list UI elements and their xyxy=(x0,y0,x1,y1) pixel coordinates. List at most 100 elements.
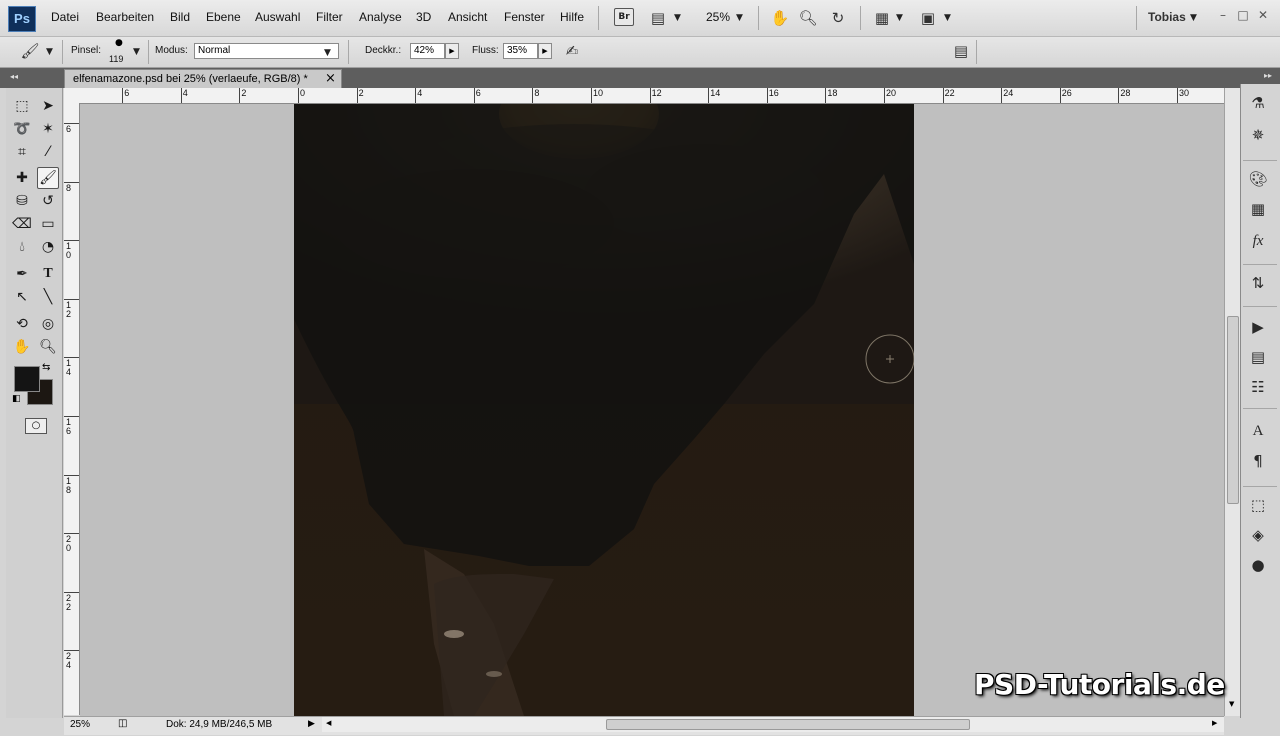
character-icon[interactable]: A xyxy=(1247,420,1269,442)
chevron-down-icon[interactable]: ▼ xyxy=(674,13,681,23)
eraser-tool-icon[interactable]: ⌫ xyxy=(11,213,33,235)
airbrush-icon[interactable]: ✍ xyxy=(562,41,582,61)
paths-icon[interactable]: ⬚ xyxy=(1247,494,1269,516)
scroll-right-icon[interactable]: ▶ xyxy=(1212,719,1217,727)
opacity-slider-button[interactable]: ▶ xyxy=(445,43,459,59)
document-tab[interactable]: elfenamazone.psd bei 25% (verlaeufe, RGB… xyxy=(64,69,342,89)
pen-tool-icon[interactable]: ✒ xyxy=(11,263,33,285)
path-selection-icon[interactable]: ↖ xyxy=(11,286,33,308)
brush-tip-icon[interactable]: ● xyxy=(115,38,123,48)
chevron-down-icon[interactable]: ▼ xyxy=(944,13,951,23)
menu-datei[interactable]: Datei xyxy=(51,10,79,24)
chevron-down-icon[interactable]: ▼ xyxy=(324,48,331,58)
zoom-tool-icon[interactable]: 🔍︎ xyxy=(37,336,59,358)
horizontal-scroll-thumb[interactable] xyxy=(606,719,970,730)
chevron-down-icon[interactable]: ▼ xyxy=(896,13,903,23)
color-panel-icon[interactable]: 🎨︎ xyxy=(1247,168,1269,190)
workspace-user[interactable]: Tobias xyxy=(1148,10,1186,24)
close-icon[interactable]: ✕ xyxy=(1256,8,1270,22)
opacity-input[interactable]: 42% xyxy=(410,43,445,59)
paragraph-icon[interactable]: ¶ xyxy=(1247,450,1269,472)
3d-rotate-icon[interactable]: ⟲ xyxy=(11,313,33,335)
eyedropper-tool-icon[interactable]: ⁄ xyxy=(37,141,59,163)
styles-icon[interactable]: fx xyxy=(1247,230,1269,252)
horizontal-scrollbar[interactable]: ◀ ▶ xyxy=(322,717,1224,732)
scroll-left-icon[interactable]: ◀ xyxy=(326,719,331,727)
magic-wand-icon[interactable]: ✶ xyxy=(37,118,59,140)
flow-input[interactable]: 35% xyxy=(503,43,538,59)
default-colors-icon[interactable]: ◧ xyxy=(12,394,21,404)
brush-tool-icon[interactable]: 🖌︎ xyxy=(37,167,59,189)
dock-header[interactable]: ▸▸ xyxy=(1240,68,1280,84)
crop-tool-icon[interactable]: ⌗ xyxy=(11,141,33,163)
animation-icon[interactable]: ▤ xyxy=(1247,346,1269,368)
history-brush-icon[interactable]: ↺ xyxy=(37,190,59,212)
blur-tool-icon[interactable]: 💧︎ xyxy=(11,236,33,258)
menu-auswahl[interactable]: Auswahl xyxy=(255,10,300,24)
rotate-view-icon[interactable]: ↻ xyxy=(828,8,848,28)
adjustments-icon[interactable]: ⇅ xyxy=(1247,272,1269,294)
marquee-tool-icon[interactable]: ⬚ xyxy=(11,95,33,117)
status-zoom[interactable]: 25% xyxy=(70,719,90,730)
navigator-icon[interactable]: ✵ xyxy=(1247,124,1269,146)
screen-mode-icon[interactable]: ▣ xyxy=(918,8,938,28)
type-tool-icon[interactable]: T xyxy=(37,263,59,285)
hand-tool-icon[interactable]: ✋ xyxy=(11,336,33,358)
line-tool-icon[interactable]: ╲ xyxy=(37,286,59,308)
menu-bild[interactable]: Bild xyxy=(170,10,190,24)
photoshop-logo[interactable]: Ps xyxy=(8,6,36,32)
menu-analyse[interactable]: Analyse xyxy=(359,10,402,24)
hand-tool-icon[interactable]: ✋ xyxy=(770,8,790,28)
menu-fenster[interactable]: Fenster xyxy=(504,10,545,24)
chevron-down-icon[interactable]: ▼ xyxy=(46,47,53,57)
close-tab-icon[interactable]: × xyxy=(325,71,336,86)
status-menu-icon[interactable]: ▶ xyxy=(308,719,315,729)
chevron-down-icon[interactable]: ▼ xyxy=(736,13,743,23)
collapse-icon[interactable]: ◂◂ xyxy=(10,72,18,81)
brush-panel-icon[interactable]: ▤ xyxy=(951,41,971,61)
actions-icon[interactable]: ▶ xyxy=(1247,316,1269,338)
canvas-area[interactable] xyxy=(80,104,1224,716)
timeline-icon[interactable]: ☷ xyxy=(1247,376,1269,398)
view-extras-icon[interactable]: ▤ xyxy=(648,8,668,28)
arrange-documents-icon[interactable]: ▦ xyxy=(872,8,892,28)
menu-hilfe[interactable]: Hilfe xyxy=(560,10,584,24)
lasso-tool-icon[interactable]: ➰ xyxy=(11,118,33,140)
swap-colors-icon[interactable]: ⇆ xyxy=(42,362,50,373)
3d-orbit-icon[interactable]: ◎ xyxy=(37,313,59,335)
document-image[interactable] xyxy=(294,104,914,716)
menu-bearbeiten[interactable]: Bearbeiten xyxy=(96,10,154,24)
vertical-scroll-thumb[interactable] xyxy=(1227,316,1239,504)
menu-filter[interactable]: Filter xyxy=(316,10,343,24)
layers-icon[interactable]: ◈ xyxy=(1247,524,1269,546)
minimize-icon[interactable]: – xyxy=(1216,8,1230,22)
menu-ansicht[interactable]: Ansicht xyxy=(448,10,487,24)
chevron-down-icon[interactable]: ▼ xyxy=(1190,13,1197,23)
scroll-down-icon[interactable]: ▼ xyxy=(1229,700,1234,708)
toolbox-header[interactable]: ◂◂ xyxy=(6,68,62,88)
menu-3d[interactable]: 3D xyxy=(416,10,431,24)
bridge-icon[interactable]: Br xyxy=(614,8,634,26)
dodge-tool-icon[interactable]: ◔ xyxy=(37,236,59,258)
zoom-tool-icon[interactable]: 🔍︎ xyxy=(798,8,818,28)
tool-presets-icon[interactable]: ⚗ xyxy=(1247,92,1269,114)
mode-select[interactable]: Normal xyxy=(194,43,339,59)
quick-mask-icon[interactable]: ○ xyxy=(25,418,47,434)
foreground-color-swatch[interactable] xyxy=(14,366,40,392)
chevron-down-icon[interactable]: ▼ xyxy=(133,47,140,57)
menu-ebene[interactable]: Ebene xyxy=(206,10,241,24)
clone-stamp-icon[interactable]: ⛁ xyxy=(11,190,33,212)
maximize-icon[interactable]: □ xyxy=(1236,8,1250,22)
healing-brush-icon[interactable]: ✚ xyxy=(11,167,33,189)
swatches-icon[interactable]: ▦ xyxy=(1247,198,1269,220)
brush-preset-icon[interactable]: 🖌︎ xyxy=(20,41,40,61)
channels-icon[interactable]: ● xyxy=(1247,554,1269,576)
move-tool-icon[interactable]: ➤ xyxy=(37,95,59,117)
gradient-tool-icon[interactable]: ▭ xyxy=(37,213,59,235)
flow-slider-button[interactable]: ▶ xyxy=(538,43,552,59)
status-preview-icon[interactable]: ◫ xyxy=(118,718,127,729)
vertical-scrollbar[interactable]: ▼ xyxy=(1224,88,1241,716)
ruler-tick-label: 18 xyxy=(827,88,838,98)
expand-icon[interactable]: ▸▸ xyxy=(1264,71,1272,80)
zoom-level[interactable]: 25% xyxy=(706,10,730,24)
